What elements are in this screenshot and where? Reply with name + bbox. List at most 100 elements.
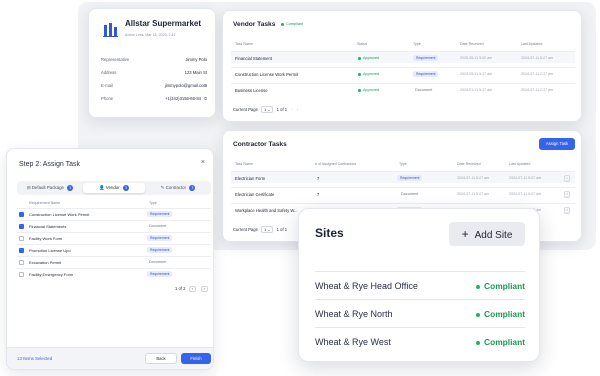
task-type: Document	[401, 192, 419, 196]
vendor-tasks-title: Vendor Tasks	[233, 21, 276, 28]
add-site-button[interactable]: + Add Site	[449, 222, 525, 246]
requirement-name: Construction License Work Permit	[29, 212, 90, 217]
row-checkbox[interactable]	[19, 212, 24, 217]
requirement-row[interactable]: Construction License Work Permit Require…	[17, 208, 211, 219]
status-dot	[358, 88, 361, 92]
task-received: 2025-05-11 5:02 am	[460, 56, 493, 60]
sites-card: Sites + Add Site Wheat & Rye Head Office …	[298, 208, 540, 362]
vendor-pager: Current Page 1 ⌄ 1 of 1 ‹ ›	[233, 106, 298, 113]
tab-label: Vendor	[105, 185, 120, 190]
task-name: Electrician Form	[235, 176, 266, 181]
info-label: Representative	[101, 57, 130, 62]
row-menu-icon[interactable]: ⋮	[564, 191, 570, 198]
task-status: Approved	[358, 72, 379, 76]
pager-label: Current Page	[233, 107, 258, 112]
site-row[interactable]: Wheat & Rye North Compliant	[315, 299, 525, 327]
vendor-info-card: Allstar Supermarket Active Less: Mar 18,…	[88, 8, 216, 118]
plus-icon: +	[461, 227, 469, 241]
sites-title: Sites	[315, 226, 344, 240]
table-row[interactable]: Electrician Certificate 7 Document 2024-…	[231, 187, 575, 199]
row-checkbox[interactable]	[19, 272, 24, 277]
status-label: Approved	[363, 88, 380, 92]
row-menu-icon[interactable]: ⋮	[564, 207, 570, 214]
copy-icon[interactable]: ⧉	[204, 96, 207, 101]
table-row[interactable]: Financial Statement Approved Requirement…	[231, 51, 575, 63]
task-status: Approved	[358, 56, 379, 60]
site-status: Compliant	[476, 337, 525, 347]
tab-label: Default Package	[31, 185, 64, 190]
prev-page-icon[interactable]: ‹	[291, 107, 292, 112]
building-logo-icon	[103, 23, 118, 37]
page-select[interactable]: 1 ⌄	[261, 106, 274, 113]
tab-label: Contractor	[165, 185, 187, 190]
column-header: Last Updated	[521, 42, 543, 46]
status-label: Compliant	[484, 309, 525, 319]
pager-range: 1 of 2	[175, 286, 186, 291]
close-icon[interactable]: ×	[201, 159, 205, 166]
back-button[interactable]: Back	[145, 353, 177, 364]
next-page-button[interactable]: ›	[201, 286, 209, 292]
tab-count-badge: 3	[67, 185, 74, 191]
task-type: Requirement	[413, 71, 439, 77]
requirement-row[interactable]: Promotion License Upo Requirement	[17, 244, 211, 255]
tab-default-package[interactable]: ⊟ Default Package 3	[19, 183, 81, 193]
task-type: Document	[415, 88, 433, 92]
status-dot	[358, 56, 361, 60]
table-row[interactable]: Business License Approved Document 2024-…	[231, 83, 575, 95]
pager-label: Current Page	[233, 227, 258, 232]
task-updated: 2024-07-11 2:27 pm	[521, 72, 554, 76]
info-value[interactable]: +1(342)3156-66-84	[165, 96, 201, 101]
assign-task-modal: Step 2: Assign Task × ⊟ Default Package …	[6, 148, 214, 370]
column-header: Task Name	[235, 42, 253, 46]
status-label: Compliant	[286, 22, 304, 26]
row-checkbox[interactable]	[19, 224, 24, 229]
column-header: Requirement Name	[29, 201, 61, 205]
requirement-row[interactable]: Financial Statements Document	[17, 220, 211, 231]
pager-range: 1 of 1	[276, 107, 288, 112]
status-dot	[281, 22, 284, 26]
row-checkbox[interactable]	[19, 248, 24, 253]
task-received: 2024-01-11 5:27 am	[460, 88, 493, 92]
status-dot	[476, 340, 481, 345]
row-menu-icon[interactable]: ⋮	[564, 175, 570, 182]
table-row[interactable]: Construction License Work Permit Approve…	[231, 67, 575, 79]
next-page-icon[interactable]: ›	[297, 107, 298, 112]
assign-task-button[interactable]: Assign Task	[539, 138, 575, 150]
info-value[interactable]: jimmypolo@gmail.com	[165, 83, 207, 88]
site-row[interactable]: Wheat & Rye Head Office Compliant	[315, 271, 525, 299]
contractor-pager: Current Page 1 ⌄ 1 of 1	[233, 226, 287, 233]
site-row[interactable]: Wheat & Rye West Compliant	[315, 327, 525, 355]
status-dot	[476, 284, 481, 289]
copy-icon[interactable]: ⧉	[204, 83, 207, 88]
requirement-type: Document	[149, 260, 167, 264]
info-row-email: E-mail jimmypolo@gmail.com	[101, 83, 207, 88]
status-label: Compliant	[484, 281, 525, 291]
page-select[interactable]: 1 ⌄	[261, 226, 274, 233]
status-label: Compliant	[484, 337, 525, 347]
task-updated: 2024-07-11 5:27 am	[521, 56, 554, 60]
task-type: Requirement	[413, 55, 439, 61]
tab-vendor[interactable]: 👤 Vendor 3	[83, 183, 145, 193]
tab-contractor[interactable]: ✎ Contractor 3	[147, 183, 209, 193]
requirement-type: Requirement	[147, 247, 173, 253]
row-checkbox[interactable]	[19, 260, 24, 265]
page-number: 1	[264, 108, 267, 112]
column-header: Task Name	[235, 162, 253, 166]
table-row[interactable]: Electrician Form 7 Requirement 2024-07-1…	[231, 171, 575, 183]
info-row-representative: Representative Jimmy Polo	[101, 57, 207, 62]
column-header: Type	[399, 162, 407, 166]
modal-pager: 1 of 2 ‹ ›	[175, 286, 210, 292]
vendor-status-badge: Compliant	[281, 22, 303, 26]
info-row-address: Address 123 Main St	[101, 70, 207, 75]
info-label: Address	[101, 70, 117, 75]
status-label: Approved	[363, 56, 380, 60]
requirement-row[interactable]: Excavation Permit Document	[17, 256, 211, 267]
requirement-row[interactable]: Facility Work Form Requirement	[17, 232, 211, 243]
task-updated: 2024-07-11 5:27 am	[509, 176, 542, 180]
requirement-row[interactable]: Facility Emergency Form Requirement	[17, 268, 211, 279]
finish-button[interactable]: Finish	[181, 353, 211, 364]
requirement-name: Facility Emergency Form	[29, 272, 74, 277]
prev-page-button[interactable]: ‹	[188, 286, 196, 292]
row-checkbox[interactable]	[19, 236, 24, 241]
site-name: Wheat & Rye Head Office	[315, 281, 418, 291]
